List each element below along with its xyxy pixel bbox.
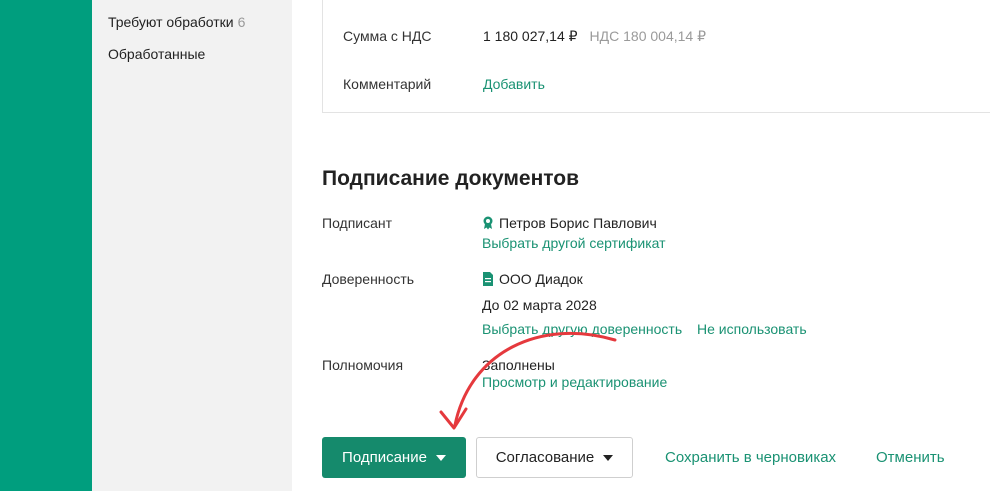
sidebar-item-pending[interactable]: Требуют обработки 6 bbox=[108, 14, 245, 30]
certificate-icon bbox=[483, 216, 493, 230]
poa-organization: ООО Диадок bbox=[499, 271, 583, 287]
powers-edit-link[interactable]: Просмотр и редактирование bbox=[482, 374, 667, 390]
vat-amount: НДС 180 004,14 ₽ bbox=[589, 28, 707, 44]
main-content: Сумма с НДС 1 180 027,14 ₽ НДС 180 004,14… bbox=[292, 0, 990, 491]
powers-status: Заполнены bbox=[482, 357, 555, 373]
vat-total-amount: 1 180 027,14 ₽ bbox=[483, 28, 578, 44]
section-title: Подписание документов bbox=[322, 167, 580, 190]
comment-label: Комментарий bbox=[343, 76, 432, 92]
approve-button[interactable]: Согласование bbox=[476, 437, 633, 478]
dont-use-poa-link[interactable]: Не использовать bbox=[697, 321, 807, 337]
change-certificate-link[interactable]: Выбрать другой сертификат bbox=[482, 235, 666, 251]
chevron-down-icon bbox=[435, 454, 446, 461]
vat-total-value: 1 180 027,14 ₽ НДС 180 004,14 ₽ bbox=[483, 28, 706, 45]
sidebar-item-label: Обработанные bbox=[108, 46, 206, 62]
vat-total-label: Сумма с НДС bbox=[343, 28, 432, 44]
sidebar-item-label: Требуют обработки bbox=[108, 14, 234, 30]
sidebar-item-processed[interactable]: Обработанные bbox=[108, 46, 205, 62]
document-summary-card: Сумма с НДС 1 180 027,14 ₽ НДС 180 004,14… bbox=[322, 0, 990, 113]
powers-label: Полномочия bbox=[322, 357, 404, 373]
app-brand-strip bbox=[0, 0, 92, 491]
poa-valid-until: До 02 марта 2028 bbox=[482, 297, 597, 313]
signer-value: Петров Борис Павлович bbox=[482, 215, 657, 231]
sign-button[interactable]: Подписание bbox=[322, 437, 466, 478]
sign-button-label: Подписание bbox=[342, 449, 427, 466]
change-poa-link[interactable]: Выбрать другую доверенность bbox=[482, 321, 682, 337]
chevron-down-icon bbox=[603, 454, 614, 461]
sidebar: Требуют обработки 6 Обработанные bbox=[92, 0, 292, 491]
signer-name: Петров Борис Павлович bbox=[499, 215, 657, 231]
poa-label: Доверенность bbox=[322, 271, 415, 287]
sidebar-item-count: 6 bbox=[237, 14, 246, 30]
approve-button-label: Согласование bbox=[495, 449, 595, 466]
cancel-link[interactable]: Отменить bbox=[876, 449, 945, 466]
poa-value: ООО Диадок bbox=[482, 271, 583, 287]
document-icon bbox=[483, 272, 493, 286]
add-comment-link[interactable]: Добавить bbox=[483, 76, 545, 92]
save-draft-link[interactable]: Сохранить в черновиках bbox=[665, 449, 836, 466]
signer-label: Подписант bbox=[322, 215, 393, 231]
